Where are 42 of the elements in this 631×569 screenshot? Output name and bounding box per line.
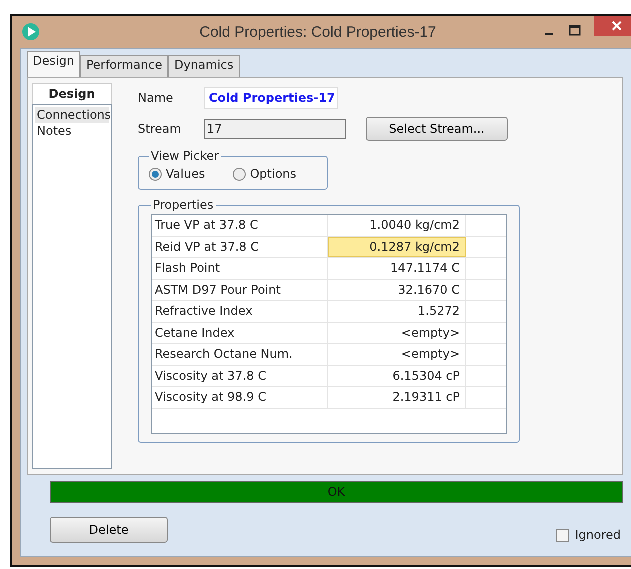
tab[interactable]: Dynamics	[168, 55, 240, 77]
radio-label[interactable]: Options	[250, 167, 297, 181]
radio-label[interactable]: Values	[166, 167, 206, 181]
radio-button[interactable]	[149, 168, 162, 180]
name-field[interactable]: Cold Properties-17	[204, 87, 338, 109]
checkbox-label[interactable]: Ignored	[575, 528, 621, 542]
property-name: Viscosity at 37.8 C	[152, 366, 328, 386]
radio-button[interactable]	[233, 168, 246, 180]
select-stream-button[interactable]: Select Stream...	[366, 117, 508, 141]
field-label: Name	[138, 91, 174, 105]
property-value[interactable]: 147.1174 C	[328, 258, 466, 278]
property-name: Research Octane Num.	[152, 344, 328, 364]
group-title: Properties	[152, 198, 215, 212]
tab[interactable]: Performance	[80, 55, 168, 77]
property-value[interactable]: 1.5272	[328, 301, 466, 322]
field-label: Stream	[138, 122, 182, 136]
tab[interactable]: Design	[27, 51, 80, 77]
property-value[interactable]: <empty>	[328, 322, 466, 343]
delete-button[interactable]: Delete	[50, 517, 168, 543]
property-value[interactable]: 32.1670 C	[328, 280, 466, 300]
property-value[interactable]: 2.19311 cP	[328, 387, 466, 408]
stream-field[interactable]: 17	[204, 119, 346, 139]
window-title: Cold Properties: Cold Properties-17	[198, 24, 438, 40]
sidebar-item[interactable]: Connections	[35, 107, 109, 123]
property-name: Cetane Index	[152, 322, 328, 343]
property-value[interactable]: 6.15304 cP	[328, 366, 466, 386]
play-icon	[22, 23, 40, 41]
property-name: True VP at 37.8 C	[152, 215, 328, 236]
property-value[interactable]: 0.1287 kg/cm2	[328, 236, 466, 257]
property-name: Flash Point	[152, 258, 328, 278]
property-value[interactable]: <empty>	[328, 344, 466, 364]
property-name: ASTM D97 Pour Point	[152, 280, 328, 300]
checkbox[interactable]	[556, 528, 570, 542]
property-name: Viscosity at 98.9 C	[152, 387, 328, 408]
group-title: View Picker	[150, 149, 220, 163]
property-value[interactable]: 1.0040 kg/cm2	[328, 215, 466, 236]
sidebar-item[interactable]: Notes	[35, 123, 109, 139]
close-icon	[612, 21, 622, 31]
sidebar-header: Design	[32, 83, 112, 104]
status-bar: OK	[50, 481, 623, 503]
property-name: Refractive Index	[152, 301, 328, 322]
close-button[interactable]	[594, 16, 631, 36]
